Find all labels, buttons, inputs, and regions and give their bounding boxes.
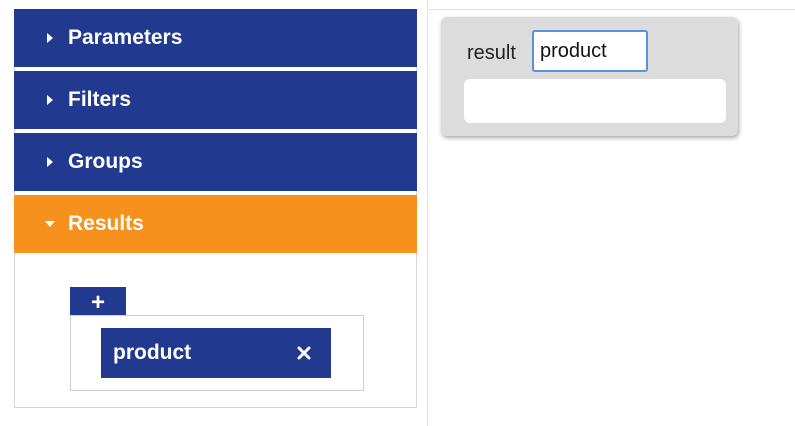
accordion-label: Results: [68, 212, 144, 235]
accordion-label: Parameters: [68, 26, 183, 49]
accordion-label: Groups: [68, 150, 143, 173]
result-editor-card: result: [441, 17, 738, 136]
results-section-body: + product: [14, 253, 417, 408]
caret-down-icon: [38, 219, 62, 229]
panel-divider: [427, 0, 428, 426]
plus-icon: +: [90, 289, 105, 316]
caret-right-icon: [38, 32, 62, 44]
accordion-header-filters[interactable]: Filters: [14, 71, 417, 129]
close-icon[interactable]: [295, 344, 313, 362]
accordion-label: Filters: [68, 88, 132, 111]
result-drop-area[interactable]: [464, 79, 726, 123]
panel-top-border: [427, 9, 795, 10]
result-field-label: result: [467, 42, 516, 64]
accordion-header-results[interactable]: Results: [14, 195, 417, 253]
accordion-header-groups[interactable]: Groups: [14, 133, 417, 191]
accordion-header-parameters[interactable]: Parameters: [14, 9, 417, 67]
result-chip-label: product: [113, 341, 192, 364]
caret-right-icon: [38, 156, 62, 168]
result-chip[interactable]: product: [101, 328, 331, 378]
result-name-input[interactable]: [532, 30, 648, 72]
caret-right-icon: [38, 94, 62, 106]
results-list: product: [70, 315, 364, 391]
accordion-panel: Parameters Filters Groups Results + prod…: [14, 9, 417, 409]
